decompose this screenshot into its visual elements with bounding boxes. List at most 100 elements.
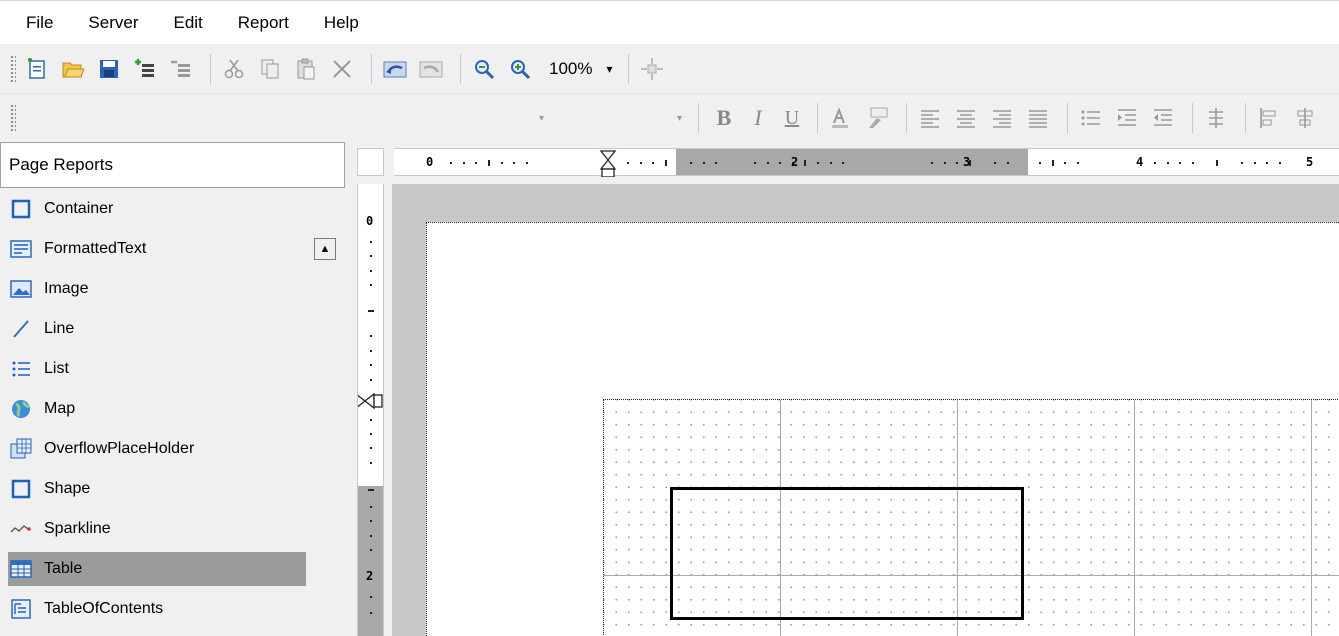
delete-icon	[333, 59, 351, 78]
cut-button[interactable]	[219, 54, 249, 84]
align-centers-button[interactable]	[1290, 103, 1320, 133]
toolbox-item-label: TableOfContents	[44, 600, 164, 617]
outdent-button[interactable]	[1148, 103, 1178, 133]
open-folder-icon	[62, 62, 85, 77]
selection-rectangle[interactable]	[670, 487, 1024, 620]
underline-button[interactable]: U	[775, 103, 809, 133]
menu-help[interactable]: Help	[320, 11, 363, 35]
distribute-button[interactable]	[1201, 103, 1231, 133]
toolbox-list: Container FormattedText Image Line List …	[0, 188, 345, 636]
outdent-icon	[1154, 109, 1172, 126]
copy-button[interactable]	[255, 54, 285, 84]
toolbar-separator	[1192, 103, 1193, 133]
ruler-number: 2	[366, 569, 374, 583]
design-canvas[interactable]	[392, 184, 1339, 636]
ruler-number: 4	[1136, 155, 1144, 169]
justify-button[interactable]	[1023, 103, 1053, 133]
toolbox-item-container[interactable]: Container	[8, 192, 306, 226]
add-item-button[interactable]	[130, 54, 160, 84]
toolbox-item-formatted-text[interactable]: FormattedText	[8, 232, 306, 266]
toolbox-item-list[interactable]: List	[8, 352, 306, 386]
ruler-corner	[357, 148, 384, 176]
bold-button[interactable]: B	[707, 103, 741, 133]
move-arrows-icon	[641, 57, 664, 80]
align-center-button[interactable]	[951, 103, 981, 133]
table-control[interactable]	[603, 399, 1339, 636]
italic-button[interactable]: I	[741, 103, 775, 133]
main-toolbar: 100% ▾	[0, 44, 1339, 94]
zoom-out-button[interactable]	[469, 54, 499, 84]
add-list-icon	[135, 58, 154, 77]
toolbox-title: Page Reports	[0, 142, 345, 188]
toolbox-item-table-of-contents[interactable]: TableOfContents	[8, 592, 306, 626]
paste-button[interactable]	[291, 54, 321, 84]
new-report-icon	[28, 57, 45, 79]
menu-edit[interactable]: Edit	[169, 11, 206, 35]
toolbar-grip[interactable]	[10, 104, 16, 132]
align-left-button[interactable]	[915, 103, 945, 133]
font-size-combo[interactable]: ▾	[552, 103, 690, 133]
toolbar-separator	[371, 53, 372, 84]
font-family-combo[interactable]: ▾	[22, 103, 552, 133]
font-color-button[interactable]	[826, 103, 856, 133]
indent-button[interactable]	[1112, 103, 1142, 133]
save-button[interactable]	[94, 54, 124, 84]
delete-button[interactable]	[327, 54, 357, 84]
open-button[interactable]	[58, 54, 88, 84]
zoom-out-icon	[475, 59, 495, 79]
toolbar-separator	[906, 103, 907, 133]
fit-page-button[interactable]	[637, 54, 667, 84]
chevron-down-icon[interactable]: ▾	[598, 56, 620, 82]
font-color-icon	[832, 107, 848, 128]
distribute-icon	[1209, 108, 1223, 128]
menu-report[interactable]: Report	[234, 11, 293, 35]
undo-button[interactable]	[380, 54, 410, 84]
menu-file[interactable]: File	[22, 11, 57, 35]
toolbox-item-label: Line	[44, 320, 75, 337]
toolbox-item-sparkline[interactable]: Sparkline	[8, 512, 306, 546]
scroll-up-button[interactable]: ▲	[314, 238, 336, 260]
toolbox-item-line[interactable]: Line	[8, 312, 306, 346]
remove-item-button[interactable]	[166, 54, 196, 84]
align-left-icon	[921, 110, 939, 128]
zoom-combo[interactable]: 100% ▾	[543, 54, 620, 84]
toolbox-item-table[interactable]: Table	[8, 552, 306, 586]
report-page[interactable]	[426, 222, 1339, 636]
zoom-in-button[interactable]	[505, 54, 535, 84]
report-designer-window: File Server Edit Report Help 100% ▾ ▾ ▾ …	[0, 0, 1339, 636]
menu-server[interactable]: Server	[84, 11, 142, 35]
toolbox-item-shape[interactable]: Shape	[8, 472, 306, 506]
chevron-down-icon: ▾	[538, 112, 544, 124]
copy-icon	[261, 59, 279, 78]
align-right-button[interactable]	[987, 103, 1017, 133]
toolbox-item-label: OverflowPlaceHolder	[44, 440, 195, 457]
toolbox-item-overflow-placeholder[interactable]: OverflowPlaceHolder	[8, 432, 306, 466]
formatted-text-icon	[8, 236, 34, 262]
table-column-divider[interactable]	[1311, 400, 1312, 636]
toolbox-item-map[interactable]: Map	[8, 392, 306, 426]
toolbox-item-label: Sparkline	[44, 520, 111, 537]
toolbox-panel: Page Reports Container FormattedText Ima…	[0, 142, 345, 636]
redo-button[interactable]	[416, 54, 446, 84]
ruler-number: 3	[963, 155, 971, 169]
toolbox-item-image[interactable]: Image	[8, 272, 306, 306]
bullets-button[interactable]	[1076, 103, 1106, 133]
menu-bar: File Server Edit Report Help	[0, 0, 1339, 44]
table-column-divider[interactable]	[1134, 400, 1135, 636]
new-report-button[interactable]	[22, 54, 52, 84]
toolbox-item-label: Container	[44, 200, 114, 217]
remove-list-icon	[171, 60, 190, 77]
vertical-ruler: 0 2	[357, 184, 384, 636]
line-icon	[8, 316, 34, 342]
format-toolbar: ▾ ▾ B I U	[0, 94, 1339, 142]
sparkline-icon	[8, 516, 34, 542]
toolbox-item-label: Shape	[44, 480, 91, 497]
toolbar-separator	[628, 53, 630, 84]
toolbar-grip[interactable]	[10, 54, 16, 83]
toolbar-separator	[817, 103, 818, 133]
align-lefts-button[interactable]	[1254, 103, 1284, 133]
ruler-number: 5	[1306, 155, 1314, 169]
align-right-icon	[993, 110, 1011, 128]
align-center-icon	[957, 110, 975, 128]
highlight-button[interactable]	[862, 103, 892, 133]
